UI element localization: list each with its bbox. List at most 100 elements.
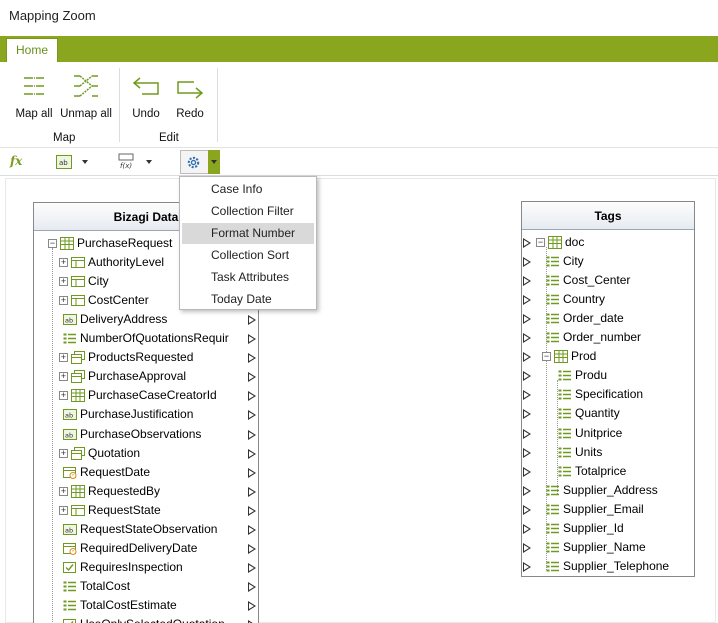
mapping-connector-icon[interactable] bbox=[523, 523, 531, 534]
tree-row[interactable]: RequestDate bbox=[34, 463, 260, 482]
collapse-icon[interactable]: − bbox=[536, 238, 545, 247]
tree-row[interactable]: TotalCostEstimate bbox=[34, 596, 260, 615]
tree-row[interactable]: Order_date bbox=[522, 309, 696, 328]
mapping-connector-icon[interactable] bbox=[523, 466, 531, 477]
chevron-down-icon[interactable] bbox=[82, 160, 88, 164]
mapping-connector-icon[interactable] bbox=[523, 485, 531, 496]
expand-icon[interactable]: + bbox=[59, 391, 68, 401]
mapping-connector-icon[interactable] bbox=[248, 372, 256, 383]
mapping-connector-icon[interactable] bbox=[248, 543, 256, 554]
tree-row[interactable]: − Prod bbox=[522, 347, 696, 366]
tree-row[interactable]: ab RequestStateObservation bbox=[34, 520, 260, 539]
expand-icon[interactable]: + bbox=[59, 353, 68, 363]
tree-row[interactable]: + Quotation bbox=[34, 444, 260, 463]
tree-node-label: Specification bbox=[575, 387, 644, 402]
mapping-connector-icon[interactable] bbox=[248, 486, 256, 497]
mapping-connector-icon[interactable] bbox=[523, 257, 531, 268]
tree-row[interactable]: + RequestedBy bbox=[34, 482, 260, 501]
expand-icon[interactable]: + bbox=[59, 296, 68, 306]
mapping-connector-icon[interactable] bbox=[523, 504, 531, 515]
menu-item[interactable]: Task Attributes bbox=[182, 267, 314, 288]
tree-row[interactable]: RequiresInspection bbox=[34, 558, 260, 577]
expand-icon[interactable]: + bbox=[59, 372, 68, 382]
tree-row[interactable]: Unitprice bbox=[522, 424, 696, 443]
mapping-connector-icon[interactable] bbox=[523, 371, 531, 382]
tree-row[interactable]: Quantity bbox=[522, 404, 696, 423]
undo-button[interactable]: Undo bbox=[130, 70, 162, 120]
tree-row[interactable]: Country bbox=[522, 290, 696, 309]
mapping-connector-icon[interactable] bbox=[248, 600, 256, 611]
gear-dropdown-toggle[interactable] bbox=[208, 150, 220, 174]
mapping-connector-icon[interactable] bbox=[248, 524, 256, 535]
expand-icon[interactable]: + bbox=[59, 277, 68, 287]
mapping-connector-icon[interactable] bbox=[523, 314, 531, 325]
mapping-connector-icon[interactable] bbox=[248, 467, 256, 478]
tree-row[interactable]: Supplier_Address bbox=[522, 481, 696, 500]
mapping-connector-icon[interactable] bbox=[248, 353, 256, 364]
tree-row[interactable]: Order_number bbox=[522, 328, 696, 347]
collapse-icon[interactable]: − bbox=[542, 352, 551, 362]
mapping-connector-icon[interactable] bbox=[248, 315, 256, 326]
chevron-down-icon[interactable] bbox=[146, 160, 152, 164]
tree-row[interactable]: ab PurchaseObservations bbox=[34, 425, 260, 444]
fx-icon[interactable]: fx bbox=[10, 154, 22, 168]
mapping-connector-icon[interactable] bbox=[523, 276, 531, 287]
mapping-connector-icon[interactable] bbox=[248, 410, 256, 421]
tree-row[interactable]: NumberOfQuotationsRequir bbox=[34, 329, 260, 348]
mapping-connector-icon[interactable] bbox=[248, 581, 256, 592]
mapping-connector-icon[interactable] bbox=[523, 295, 531, 306]
mapping-connector-icon[interactable] bbox=[523, 390, 531, 401]
expand-icon[interactable]: + bbox=[59, 448, 68, 458]
mapping-connector-icon[interactable] bbox=[248, 448, 256, 459]
tree-row[interactable]: Supplier_Id bbox=[522, 519, 696, 538]
tree-row[interactable]: Supplier_Email bbox=[522, 500, 696, 519]
tree-row[interactable]: ab PurchaseJustification bbox=[34, 405, 260, 424]
tree-row[interactable]: + PurchaseCaseCreatorId bbox=[34, 386, 260, 405]
menu-item[interactable]: Collection Sort bbox=[182, 245, 314, 266]
text-format-icon[interactable]: f(x) bbox=[118, 153, 136, 169]
mapping-connector-icon[interactable] bbox=[523, 447, 531, 458]
expand-icon[interactable]: + bbox=[59, 258, 68, 268]
redo-button[interactable]: Redo bbox=[174, 70, 206, 120]
tree-row[interactable]: + RequestState bbox=[34, 501, 260, 520]
mapping-connector-icon[interactable] bbox=[248, 391, 256, 402]
menu-item[interactable]: Today Date bbox=[182, 289, 314, 310]
expand-icon[interactable]: + bbox=[59, 486, 68, 496]
tree-row[interactable]: + PurchaseApproval bbox=[34, 367, 260, 386]
tree-row[interactable]: TotalCost bbox=[34, 577, 260, 596]
mapping-connector-icon[interactable] bbox=[248, 429, 256, 440]
tree-row[interactable]: Supplier_Name bbox=[522, 538, 696, 557]
mapping-connector-icon[interactable] bbox=[523, 542, 531, 553]
mapping-connector-icon[interactable] bbox=[523, 238, 531, 248]
menu-item[interactable]: Format Number bbox=[182, 223, 314, 244]
map-all-button[interactable]: Map all bbox=[14, 70, 54, 120]
tree-row[interactable]: Specification bbox=[522, 385, 696, 404]
tree-row[interactable]: Cost_Center bbox=[522, 271, 696, 290]
menu-item[interactable]: Collection Filter bbox=[182, 201, 314, 222]
expand-icon[interactable]: + bbox=[59, 505, 68, 515]
text-function-icon[interactable]: ab bbox=[56, 155, 72, 169]
mapping-connector-icon[interactable] bbox=[523, 409, 531, 420]
tree-row[interactable]: City bbox=[522, 252, 696, 271]
tree-row[interactable]: + ProductsRequested bbox=[34, 348, 260, 367]
mapping-connector-icon[interactable] bbox=[248, 562, 256, 573]
mapping-connector-icon[interactable] bbox=[523, 352, 531, 363]
tree-row[interactable]: Produ bbox=[522, 366, 696, 385]
tree-row[interactable]: Totalprice bbox=[522, 462, 696, 481]
collapse-icon[interactable]: − bbox=[48, 239, 57, 248]
menu-item[interactable]: Case Info bbox=[182, 179, 314, 200]
tree-row[interactable]: ab DeliveryAddress bbox=[34, 310, 260, 329]
tree-row[interactable]: UseOnlySelectedQuotation bbox=[34, 615, 260, 623]
mapping-connector-icon[interactable] bbox=[248, 334, 256, 345]
tree-row[interactable]: − doc bbox=[522, 233, 696, 252]
mapping-connector-icon[interactable] bbox=[523, 333, 531, 344]
tab-home[interactable]: Home bbox=[6, 38, 58, 62]
mapping-connector-icon[interactable] bbox=[523, 561, 531, 572]
tree-row[interactable]: Supplier_Telephone bbox=[522, 557, 696, 576]
mapping-connector-icon[interactable] bbox=[248, 505, 256, 516]
unmap-all-button[interactable]: Unmap all bbox=[60, 70, 112, 120]
tree-row[interactable]: RequiredDeliveryDate bbox=[34, 539, 260, 558]
number-icon bbox=[546, 331, 560, 344]
tree-row[interactable]: Units bbox=[522, 443, 696, 462]
mapping-connector-icon[interactable] bbox=[523, 428, 531, 439]
